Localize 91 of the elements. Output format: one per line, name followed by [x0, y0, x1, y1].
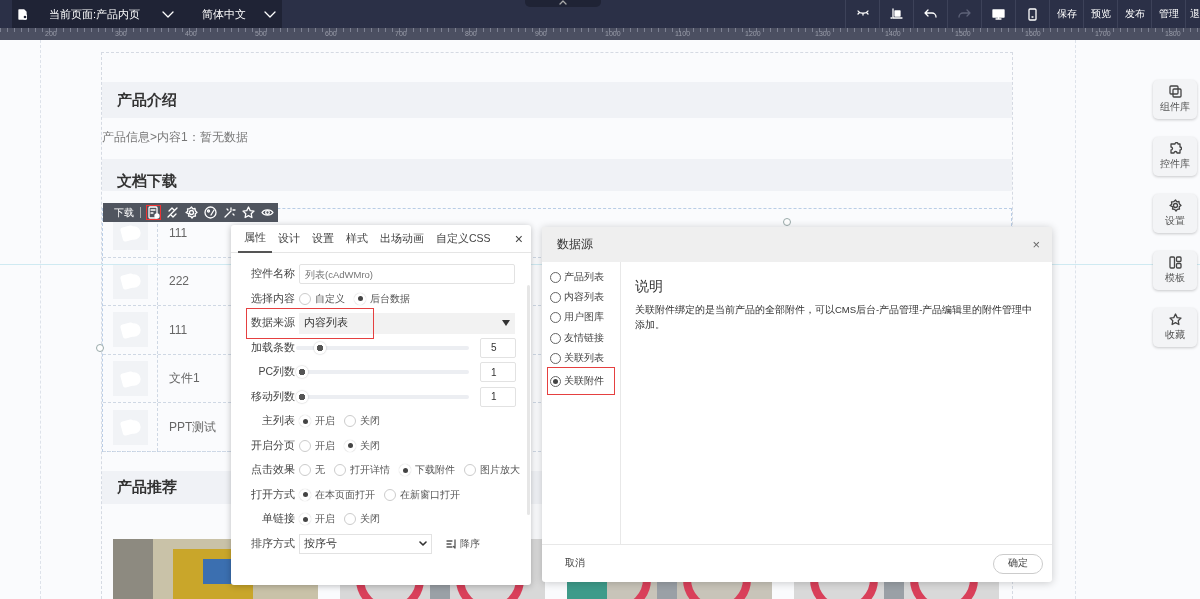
chevron-down-icon: [162, 10, 174, 18]
collapse-tab[interactable]: [525, 0, 601, 7]
slider-track[interactable]: [296, 341, 469, 354]
page-selector[interactable]: 当前页面:产品内页: [12, 0, 180, 28]
section-header: 文档下载: [102, 159, 1012, 191]
panel-tab[interactable]: 设计: [272, 224, 306, 253]
field-label: 主列表: [261, 414, 295, 429]
file-name: 111: [169, 225, 188, 240]
field-label: 开启分页: [250, 438, 295, 453]
side-tool-button[interactable]: 控件库: [1153, 137, 1197, 176]
chevron-down-icon: [264, 10, 276, 18]
radio-option[interactable]: 友情链接: [548, 327, 614, 349]
slider-thumb[interactable]: [296, 390, 308, 403]
radio-option[interactable]: 关联列表: [548, 348, 614, 369]
field-label: 控件名称: [250, 267, 295, 282]
confirm-button[interactable]: 确定: [993, 553, 1043, 574]
star-icon: [1168, 313, 1182, 326]
document-icon: [18, 8, 27, 20]
sort-icon: [446, 538, 457, 549]
chevron-down-icon: [419, 541, 427, 547]
section-header: 产品介绍: [102, 82, 1012, 118]
radio-option[interactable]: 内容列表: [548, 287, 614, 308]
panel-tab[interactable]: 样式: [340, 224, 374, 253]
side-tool-button[interactable]: 收藏: [1153, 308, 1197, 347]
radio-option[interactable]: 用户图库: [548, 307, 614, 328]
side-tool-button[interactable]: 模板: [1153, 251, 1197, 290]
radio-option[interactable]: 在新窗口打开: [384, 487, 460, 502]
resize-handle[interactable]: [783, 218, 791, 226]
field-label: 打开方式: [250, 487, 295, 502]
magic-wand-icon[interactable]: [223, 206, 236, 219]
panel-tab[interactable]: 出场动画: [374, 224, 430, 253]
section-heading: 说明: [635, 278, 664, 296]
dialog-title: 数据源: [557, 236, 594, 253]
radio-option[interactable]: 后台数据: [354, 291, 410, 306]
copy-icon: [1168, 85, 1182, 98]
dropdown-field[interactable]: 按序号: [299, 533, 432, 554]
field-label: 选择内容: [250, 291, 295, 306]
radio-option[interactable]: 关闭: [344, 414, 380, 429]
list-settings-icon[interactable]: [147, 206, 160, 219]
radio-option[interactable]: 自定义: [299, 291, 345, 306]
field-label: PC列数: [257, 365, 295, 380]
dropdown-field[interactable]: 内容列表: [299, 312, 515, 334]
close-button[interactable]: ×: [514, 230, 523, 247]
scrollbar[interactable]: [527, 285, 530, 515]
number-field[interactable]: 5: [480, 337, 516, 358]
close-button[interactable]: ×: [1032, 237, 1040, 252]
field-label: 移动列数: [250, 389, 295, 404]
radio-option[interactable]: 开启: [299, 512, 335, 527]
side-tool-button[interactable]: 组件库: [1153, 80, 1197, 119]
caret-up-icon: [559, 0, 567, 5]
text-field[interactable]: 列表(cAdWMro): [299, 264, 515, 285]
resize-handle[interactable]: [96, 344, 104, 352]
slider-track[interactable]: [296, 390, 469, 403]
star-icon[interactable]: [242, 206, 255, 219]
field-label: 加载条数: [250, 340, 295, 355]
settings-icon: [1168, 199, 1182, 212]
radio-option[interactable]: 关闭: [344, 512, 380, 527]
image-placeholder-icon: [113, 263, 148, 299]
field-label: 排序方式: [250, 536, 295, 551]
panel-tab[interactable]: 设置: [306, 224, 340, 253]
toolbar-label: 下载: [114, 207, 141, 218]
field-label: 单链接: [261, 512, 295, 527]
field-label: 数据来源: [250, 316, 295, 331]
file-name: 111: [169, 323, 188, 337]
caret-down-icon: [502, 320, 510, 327]
slider-track[interactable]: [296, 366, 469, 379]
radio-option[interactable]: 在本页面打开: [299, 487, 375, 502]
radio-option[interactable]: 产品列表: [548, 267, 614, 288]
file-name: 文件1: [169, 370, 200, 388]
panel-tab[interactable]: 自定义CSS: [430, 224, 497, 253]
slider-thumb[interactable]: [296, 366, 308, 379]
file-name: 222: [169, 274, 190, 289]
side-tool-button[interactable]: 设置: [1153, 194, 1197, 233]
language-selector[interactable]: 简体中文: [180, 0, 282, 28]
slider-thumb[interactable]: [313, 341, 326, 354]
sort-order-button[interactable]: 降序: [440, 535, 486, 552]
radio-option[interactable]: 开启: [299, 438, 335, 453]
radio-option[interactable]: 开启: [299, 414, 335, 429]
layout-icon: [1168, 256, 1182, 269]
puzzle-icon: [1168, 142, 1182, 155]
eye-icon[interactable]: [261, 206, 274, 219]
description-text: 关联附件绑定的是当前产品的全部附件，可以CMS后台-产品管理-产品编辑里的附件管理中添加。: [635, 303, 1034, 332]
number-field[interactable]: 1: [480, 386, 516, 407]
number-field[interactable]: 1: [480, 362, 516, 383]
radio-option[interactable]: 关联附件: [548, 368, 614, 395]
unlink-icon[interactable]: [166, 206, 179, 219]
file-name: PPT测试: [169, 418, 217, 436]
radio-option[interactable]: 关闭: [344, 438, 380, 453]
gear-icon[interactable]: [185, 206, 198, 219]
info-text: 产品信息>内容1：暂无数据: [102, 128, 248, 146]
panel-tab[interactable]: 属性: [238, 224, 272, 253]
